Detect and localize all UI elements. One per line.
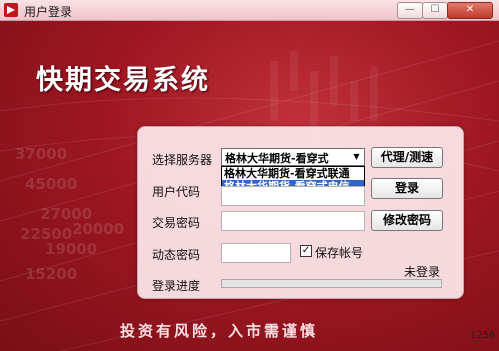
app-logo-icon [4,3,18,17]
version-number: 1256 [470,330,496,341]
dynamic-password-input[interactable] [221,243,291,263]
bg-number: 37000 [15,145,68,163]
maximize-button[interactable]: ☐ [422,2,448,19]
bg-number: 19000 [45,240,98,258]
window-title: 用户登录 [24,5,73,19]
server-option[interactable]: 格林大华期货-看穿式联通 [222,167,364,180]
title-bar[interactable]: 用户登录 — ☐ ✕ [0,0,499,21]
dynamic-password-label: 动态密码 [152,248,201,262]
user-code-label: 用户代码 [152,185,201,199]
close-button[interactable]: ✕ [447,2,493,19]
chevron-down-icon[interactable]: ▼ [350,150,363,164]
user-code-input[interactable] [221,186,365,206]
server-label: 选择服务器 [152,153,213,167]
save-account-label[interactable]: 保存帐号 [315,244,363,261]
risk-warning: 投资有风险，入市需谨慎 [120,322,319,340]
app-title: 快期交易系统 [36,65,210,96]
save-account-checkbox[interactable]: ✓ [300,245,312,257]
progress-label: 登录进度 [152,279,201,293]
login-window: 用户登录 — ☐ ✕ 37000 45000 27000 22500 19000… [0,0,499,351]
server-selected-value: 格林大华期货-看穿式 [225,152,329,165]
proxy-speedtest-button[interactable]: 代理/测速 [371,147,443,168]
password-label: 交易密码 [152,216,201,230]
password-input[interactable] [221,211,365,231]
bg-number: 20000 [72,220,125,238]
login-status-text: 未登录 [404,265,441,279]
minimize-button[interactable]: — [397,2,423,19]
bg-number: 45000 [25,175,78,193]
bg-number: 15200 [25,265,78,283]
server-select[interactable]: 格林大华期货-看穿式 ▼ [221,148,365,166]
login-progress-bar [221,279,442,288]
change-password-button[interactable]: 修改密码 [371,210,443,231]
login-button[interactable]: 登录 [371,178,443,199]
